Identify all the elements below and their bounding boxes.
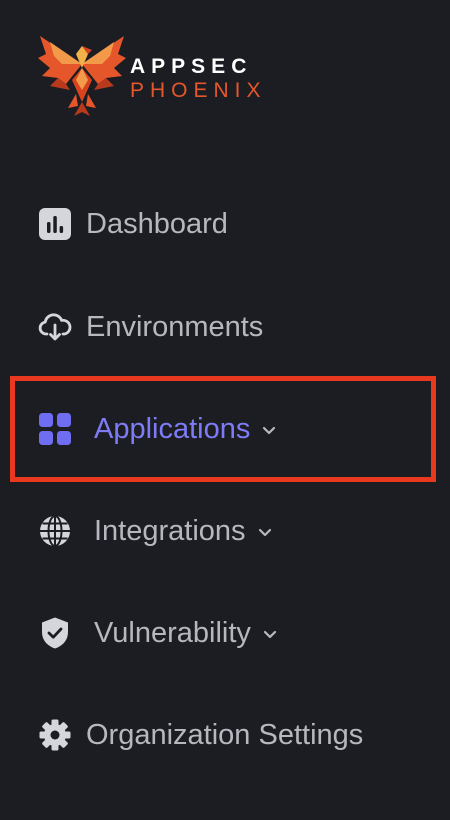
- chevron-down-icon[interactable]: [261, 625, 279, 643]
- logo-line-appsec: APPSEC: [130, 55, 253, 78]
- sidebar-item-environments[interactable]: Environments: [0, 297, 450, 357]
- cloud-download-icon: [37, 309, 73, 345]
- globe-icon: [37, 513, 73, 549]
- selection-highlight-box: [10, 376, 436, 482]
- app-logo[interactable]: APPSEC PHOENIX: [36, 24, 296, 120]
- sidebar-item-integrations[interactable]: Integrations: [0, 501, 450, 561]
- gear-icon: [37, 717, 73, 753]
- bar-chart-icon: [37, 206, 73, 242]
- sidebar-item-dashboard[interactable]: Dashboard: [0, 194, 450, 254]
- shield-check-icon: [37, 615, 73, 651]
- sidebar-item-label: Environments: [86, 310, 264, 343]
- sidebar-item-integrations-label: Integrations: [94, 515, 274, 548]
- sidebar-item-vulnerability[interactable]: Vulnerability: [0, 603, 450, 663]
- sidebar-item-label: Integrations: [94, 514, 246, 547]
- phoenix-logo-icon: [38, 36, 126, 116]
- sidebar-item-label: Vulnerability: [94, 616, 251, 649]
- sidebar-item-vulnerability-label: Vulnerability: [94, 617, 279, 650]
- sidebar-item-label: Dashboard: [86, 207, 228, 240]
- logo-line-phoenix: PHOENIX: [130, 79, 267, 102]
- logo-wordmark: APPSEC PHOENIX: [130, 55, 267, 103]
- chevron-down-icon[interactable]: [256, 523, 274, 541]
- sidebar-item-organization-settings[interactable]: Organization Settings: [0, 705, 450, 765]
- sidebar-item-label: Organization Settings: [86, 718, 364, 751]
